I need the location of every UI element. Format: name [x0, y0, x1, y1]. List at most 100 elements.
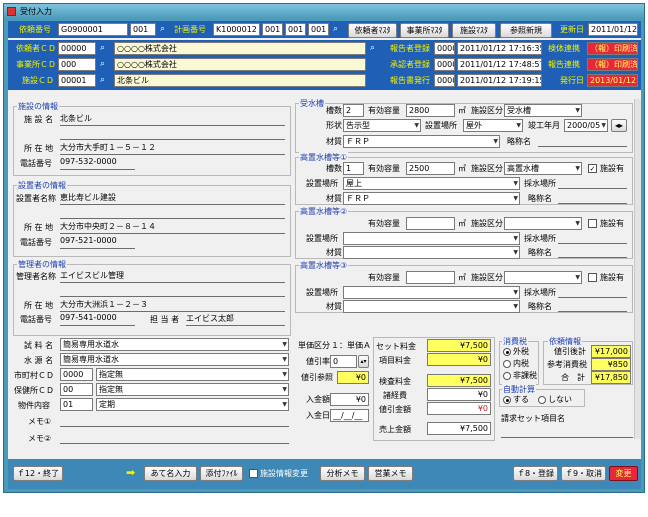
elevated3-kind-select[interactable] [504, 271, 582, 284]
discount-rate-spin[interactable]: ▴▾ [358, 355, 369, 368]
tank-kind-select[interactable]: 受水槽 [504, 104, 582, 117]
sample-name-select[interactable]: 簡易専用水道水 [60, 338, 289, 351]
completion-spin-button[interactable]: ◂▸ [611, 119, 627, 132]
tax-exclusive-radio[interactable] [503, 348, 511, 356]
installer-name-input[interactable]: 恵比寿ビル建設 [60, 192, 285, 205]
tank-capacity-field[interactable]: 2800 [406, 104, 455, 117]
elevated2-intake-input[interactable] [558, 231, 627, 244]
installer-address-input[interactable]: 大分市中央町２－８－１４ [60, 221, 285, 234]
plan-no-field[interactable]: K1000012 [213, 23, 260, 36]
facility-master-button[interactable]: 施設ﾏｽﾀ [452, 23, 496, 38]
elevated1-kind-select[interactable]: 高置水槽 [504, 162, 582, 175]
requester-search-icon[interactable]: ⌕ [100, 42, 105, 54]
source-select[interactable]: 簡易専用水道水 [60, 353, 289, 366]
health-code-field[interactable]: 00 [60, 383, 93, 396]
manager-name2-input[interactable] [60, 284, 285, 297]
elevated1-has-checkbox[interactable]: ✓ [588, 164, 597, 173]
tank-material-select[interactable]: ＦＲＰ [343, 135, 500, 148]
manager-person-input[interactable]: エイビス太郎 [186, 313, 285, 326]
manager-name-input[interactable]: エイビスビル管理 [60, 270, 285, 283]
auto-calc-on-radio[interactable] [503, 396, 511, 404]
deposit-date-field[interactable]: __/__/__ [330, 409, 369, 422]
facility-name2-input[interactable] [60, 127, 285, 140]
discount-amt-field[interactable]: ¥0 [427, 402, 491, 415]
manager-phone-input[interactable]: 097-541-0000 [60, 313, 135, 326]
elevated2-location-select[interactable] [343, 232, 520, 245]
plan-search-icon[interactable]: ⌕ [333, 23, 338, 35]
installer-name2-input[interactable] [60, 206, 285, 219]
city-name-select[interactable]: 指定無 [96, 368, 289, 381]
facility-name-input[interactable]: 北条ビル [60, 113, 285, 126]
misc-fee-field[interactable]: ¥0 [427, 388, 491, 401]
elevated2-has-checkbox[interactable] [588, 219, 597, 228]
elevated3-has-checkbox[interactable] [588, 273, 597, 282]
report-issue-user-field: 0000 [434, 74, 455, 87]
receipt-search-icon[interactable]: ⌕ [160, 23, 165, 35]
address-input-button[interactable]: あて名入力 [144, 466, 197, 481]
elevated1-intake-input[interactable] [558, 176, 627, 189]
vertical-scrollbar[interactable] [634, 99, 641, 439]
tank-abbr-input[interactable] [538, 134, 627, 147]
arrow-right-icon: ➡ [126, 466, 136, 479]
report-reg-search-icon[interactable]: ⌕ [370, 42, 375, 54]
city-code-field[interactable]: 0000 [60, 368, 93, 381]
health-name-select[interactable]: 指定無 [96, 383, 289, 396]
elevated1-count-field[interactable]: 1 [343, 162, 364, 175]
change-button[interactable]: 変更 [609, 466, 638, 481]
f9-cancel-button[interactable]: ｆ9・取消 [561, 466, 606, 481]
elevated3-location-select[interactable] [343, 286, 520, 299]
plan-sub3-field[interactable]: 001 [308, 23, 329, 36]
elevated1-capacity-field[interactable]: 2500 [406, 162, 455, 175]
set-item-name-input[interactable] [501, 425, 633, 438]
facility-search-icon[interactable]: ⌕ [100, 74, 105, 86]
receipt-sub-field[interactable]: 001 [130, 23, 156, 36]
office-master-button[interactable]: 事業所ﾏｽﾀ [400, 23, 449, 38]
auto-calc-off-radio[interactable] [538, 396, 546, 404]
f12-exit-button[interactable]: ｆ12・終了 [13, 466, 63, 481]
property-code-field[interactable]: 01 [60, 398, 93, 411]
reference-new-button[interactable]: 参照新規 [500, 23, 552, 38]
f8-register-button[interactable]: ｆ8・登録 [513, 466, 558, 481]
plan-sub1-field[interactable]: 001 [262, 23, 283, 36]
facility-address-input[interactable]: 大分市大手町１－５－１２ [60, 142, 285, 155]
tax-exempt-radio[interactable] [503, 372, 511, 380]
plan-sub2-field[interactable]: 001 [285, 23, 306, 36]
analysis-memo-button[interactable]: 分析メモ [320, 466, 365, 481]
elevated2-capacity-field[interactable] [406, 217, 455, 230]
requester-master-button[interactable]: 依頼者ﾏｽﾀ [348, 23, 397, 38]
elevated3-intake-input[interactable] [558, 285, 627, 298]
elevated3-abbr-input[interactable] [558, 299, 627, 312]
elevated2-kind-select[interactable] [504, 217, 582, 230]
elevated2-material-select[interactable] [343, 246, 520, 259]
issue-date-label: 発行日 [560, 76, 584, 85]
discount-rate-field[interactable]: 0 [330, 355, 357, 368]
elevated3-capacity-field[interactable] [406, 271, 455, 284]
facility-code-field[interactable]: 00001 [58, 74, 96, 87]
tank-completion-select[interactable]: 2000/05 [564, 119, 608, 132]
elevated1-capacity-unit: ㎥ [458, 164, 466, 173]
tank-location-select[interactable]: 屋外 [463, 119, 523, 132]
installer-phone-input[interactable]: 097-521-0000 [60, 236, 135, 249]
facility-change-checkbox[interactable] [249, 469, 258, 478]
tank-shape-select[interactable]: 告示型 [343, 119, 421, 132]
facility-phone-input[interactable]: 097-532-0000 [60, 157, 135, 170]
memo1-input[interactable] [60, 414, 289, 427]
elevated3-material-select[interactable] [343, 300, 520, 313]
memo2-input[interactable] [60, 431, 289, 444]
pricing-left-area [295, 337, 357, 437]
office-code-field[interactable]: 000 [58, 58, 96, 71]
elevated1-material-select[interactable]: ＦＲＰ [343, 192, 520, 205]
tank-count-field[interactable]: 2 [343, 104, 364, 117]
attach-file-button[interactable]: 添付ﾌｧｲﾙ [200, 466, 243, 481]
manager-address-input[interactable]: 大分市大洲浜１－２－３ [60, 299, 285, 312]
deposit-field[interactable]: ¥0 [330, 393, 369, 406]
requester-code-field[interactable]: 00000 [58, 42, 96, 55]
elevated2-abbr-input[interactable] [558, 245, 627, 258]
tax-inclusive-radio[interactable] [503, 360, 511, 368]
elevated1-abbr-input[interactable] [558, 191, 627, 204]
elevated1-location-select[interactable]: 屋上 [343, 177, 520, 190]
property-name-select[interactable]: 定期 [96, 398, 289, 411]
receipt-no-field[interactable]: G0900001 [58, 23, 128, 36]
office-search-icon[interactable]: ⌕ [100, 58, 105, 70]
sales-memo-button[interactable]: 営業メモ [368, 466, 413, 481]
